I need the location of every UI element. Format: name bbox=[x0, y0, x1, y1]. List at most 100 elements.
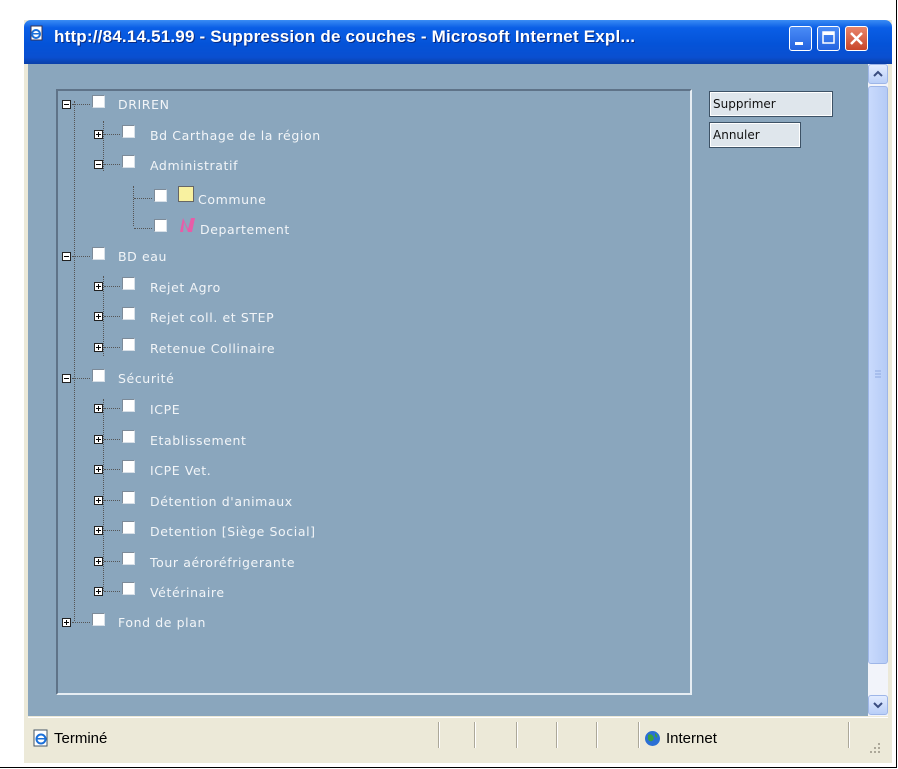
layer-checkbox[interactable] bbox=[122, 338, 135, 351]
delete-button[interactable]: Supprimer bbox=[709, 91, 833, 117]
layer-checkbox[interactable] bbox=[122, 125, 135, 138]
tree-node-label: DRIREN bbox=[118, 97, 170, 112]
layer-checkbox[interactable] bbox=[122, 552, 135, 565]
status-text: Terminé bbox=[54, 730, 108, 747]
globe-icon bbox=[644, 730, 661, 747]
vertical-scrollbar[interactable] bbox=[868, 64, 888, 716]
tree-node-label: Commune bbox=[198, 192, 267, 207]
chevron-down-icon bbox=[873, 702, 883, 709]
layer-checkbox[interactable] bbox=[122, 521, 135, 534]
layer-checkbox[interactable] bbox=[154, 189, 167, 202]
tree-node-label: ICPE bbox=[150, 402, 181, 417]
layer-checkbox[interactable] bbox=[92, 369, 105, 382]
ie-page-icon bbox=[32, 729, 50, 747]
layer-checkbox[interactable] bbox=[122, 399, 135, 412]
page-content: DRIREN Bd Carthage de la région Administ… bbox=[28, 64, 888, 716]
tree-node-retenue-collinaire: Retenue Collinaire bbox=[58, 337, 658, 357]
expand-toggle[interactable] bbox=[94, 343, 103, 352]
scroll-down-button[interactable] bbox=[868, 695, 888, 715]
collapse-toggle[interactable] bbox=[62, 100, 71, 109]
tree-node-label: Detention [Siège Social] bbox=[150, 524, 316, 539]
security-zone-label: Internet bbox=[666, 730, 717, 747]
tree-node-securite: Sécurité bbox=[58, 368, 658, 388]
cancel-button[interactable]: Annuler bbox=[709, 122, 801, 148]
pink-n-legend-icon bbox=[178, 216, 198, 234]
resize-grip-icon[interactable] bbox=[868, 740, 882, 754]
tree-node-detention-siege: Detention [Siège Social] bbox=[58, 520, 658, 540]
tree-node-label: Bd Carthage de la région bbox=[150, 128, 321, 143]
expand-toggle[interactable] bbox=[94, 282, 103, 291]
layer-checkbox[interactable] bbox=[92, 95, 105, 108]
maximize-icon bbox=[822, 31, 835, 44]
ie-page-icon bbox=[29, 25, 45, 41]
collapse-toggle[interactable] bbox=[62, 374, 71, 383]
tree-node-bd-carthage: Bd Carthage de la région bbox=[58, 124, 658, 144]
tree-node-label: Rejet coll. et STEP bbox=[150, 310, 275, 325]
minimize-button[interactable] bbox=[789, 26, 812, 51]
tree-node-label: Fond de plan bbox=[118, 615, 207, 630]
layer-checkbox[interactable] bbox=[122, 582, 135, 595]
yellow-square-legend-icon bbox=[178, 186, 194, 202]
close-icon bbox=[850, 32, 863, 45]
expand-toggle[interactable] bbox=[94, 557, 103, 566]
tree-node-departement: Departement bbox=[58, 215, 658, 237]
tree-node-label: Tour aéroréfrigerante bbox=[150, 555, 296, 570]
expand-toggle[interactable] bbox=[94, 587, 103, 596]
tree-node-driren: DRIREN bbox=[58, 94, 658, 114]
tree-node-label: ICPE Vet. bbox=[150, 463, 212, 478]
tree-node-icpe: ICPE bbox=[58, 398, 658, 418]
expand-toggle[interactable] bbox=[94, 312, 103, 321]
expand-toggle[interactable] bbox=[94, 435, 103, 444]
tree-node-label: Vétérinaire bbox=[150, 585, 225, 600]
title-bar[interactable]: http://84.14.51.99 - Suppression de couc… bbox=[24, 20, 892, 64]
layer-tree: DRIREN Bd Carthage de la région Administ… bbox=[56, 89, 692, 695]
tree-node-label: Sécurité bbox=[118, 371, 175, 386]
minimize-icon bbox=[795, 42, 803, 45]
tree-node-label: Departement bbox=[200, 222, 290, 237]
tree-node-commune: Commune bbox=[58, 185, 658, 207]
tree-node-label: Détention d'animaux bbox=[150, 494, 293, 509]
maximize-button[interactable] bbox=[817, 26, 840, 51]
close-button[interactable] bbox=[845, 26, 868, 51]
scroll-thumb[interactable] bbox=[868, 86, 888, 664]
expand-toggle[interactable] bbox=[62, 618, 71, 627]
tree-node-label: Retenue Collinaire bbox=[150, 341, 276, 356]
tree-node-fond-de-plan: Fond de plan bbox=[58, 612, 658, 632]
tree-node-rejet-agro: Rejet Agro bbox=[58, 276, 658, 296]
tree-node-icpe-vet: ICPE Vet. bbox=[58, 459, 658, 479]
layer-checkbox[interactable] bbox=[92, 247, 105, 260]
tree-node-label: Rejet Agro bbox=[150, 280, 221, 295]
tree-node-detention-animaux: Détention d'animaux bbox=[58, 490, 658, 510]
expand-toggle[interactable] bbox=[94, 130, 103, 139]
expand-toggle[interactable] bbox=[94, 465, 103, 474]
browser-window: http://84.14.51.99 - Suppression de couc… bbox=[24, 20, 892, 763]
scroll-up-button[interactable] bbox=[868, 64, 888, 84]
grip-icon bbox=[875, 370, 881, 378]
collapse-toggle[interactable] bbox=[94, 160, 103, 169]
expand-toggle[interactable] bbox=[94, 526, 103, 535]
layer-checkbox[interactable] bbox=[122, 430, 135, 443]
layer-checkbox[interactable] bbox=[122, 277, 135, 290]
layer-checkbox[interactable] bbox=[92, 613, 105, 626]
layer-checkbox[interactable] bbox=[122, 307, 135, 320]
tree-node-rejet-coll: Rejet coll. et STEP bbox=[58, 306, 658, 326]
tree-node-label: Administratif bbox=[150, 158, 239, 173]
window-title: http://84.14.51.99 - Suppression de couc… bbox=[54, 27, 636, 46]
tree-node-etablissement: Etablissement bbox=[58, 429, 658, 449]
layer-checkbox[interactable] bbox=[122, 460, 135, 473]
tree-node-administratif: Administratif bbox=[58, 154, 658, 174]
expand-toggle[interactable] bbox=[94, 496, 103, 505]
tree-node-tour-aerorefrigerante: Tour aéroréfrigerante bbox=[58, 551, 658, 571]
tree-node-label: Etablissement bbox=[150, 433, 247, 448]
tree-node-label: BD eau bbox=[118, 249, 168, 264]
tree-node-veterinaire: Vétérinaire bbox=[58, 581, 658, 601]
tree-node-bd-eau: BD eau bbox=[58, 246, 658, 266]
layer-checkbox[interactable] bbox=[122, 491, 135, 504]
expand-toggle[interactable] bbox=[94, 404, 103, 413]
chevron-up-icon bbox=[873, 70, 883, 77]
tree-connector bbox=[74, 101, 75, 621]
layer-checkbox[interactable] bbox=[154, 219, 167, 232]
layer-checkbox[interactable] bbox=[122, 155, 135, 168]
collapse-toggle[interactable] bbox=[62, 252, 71, 261]
status-bar: Terminé Internet bbox=[28, 717, 888, 760]
